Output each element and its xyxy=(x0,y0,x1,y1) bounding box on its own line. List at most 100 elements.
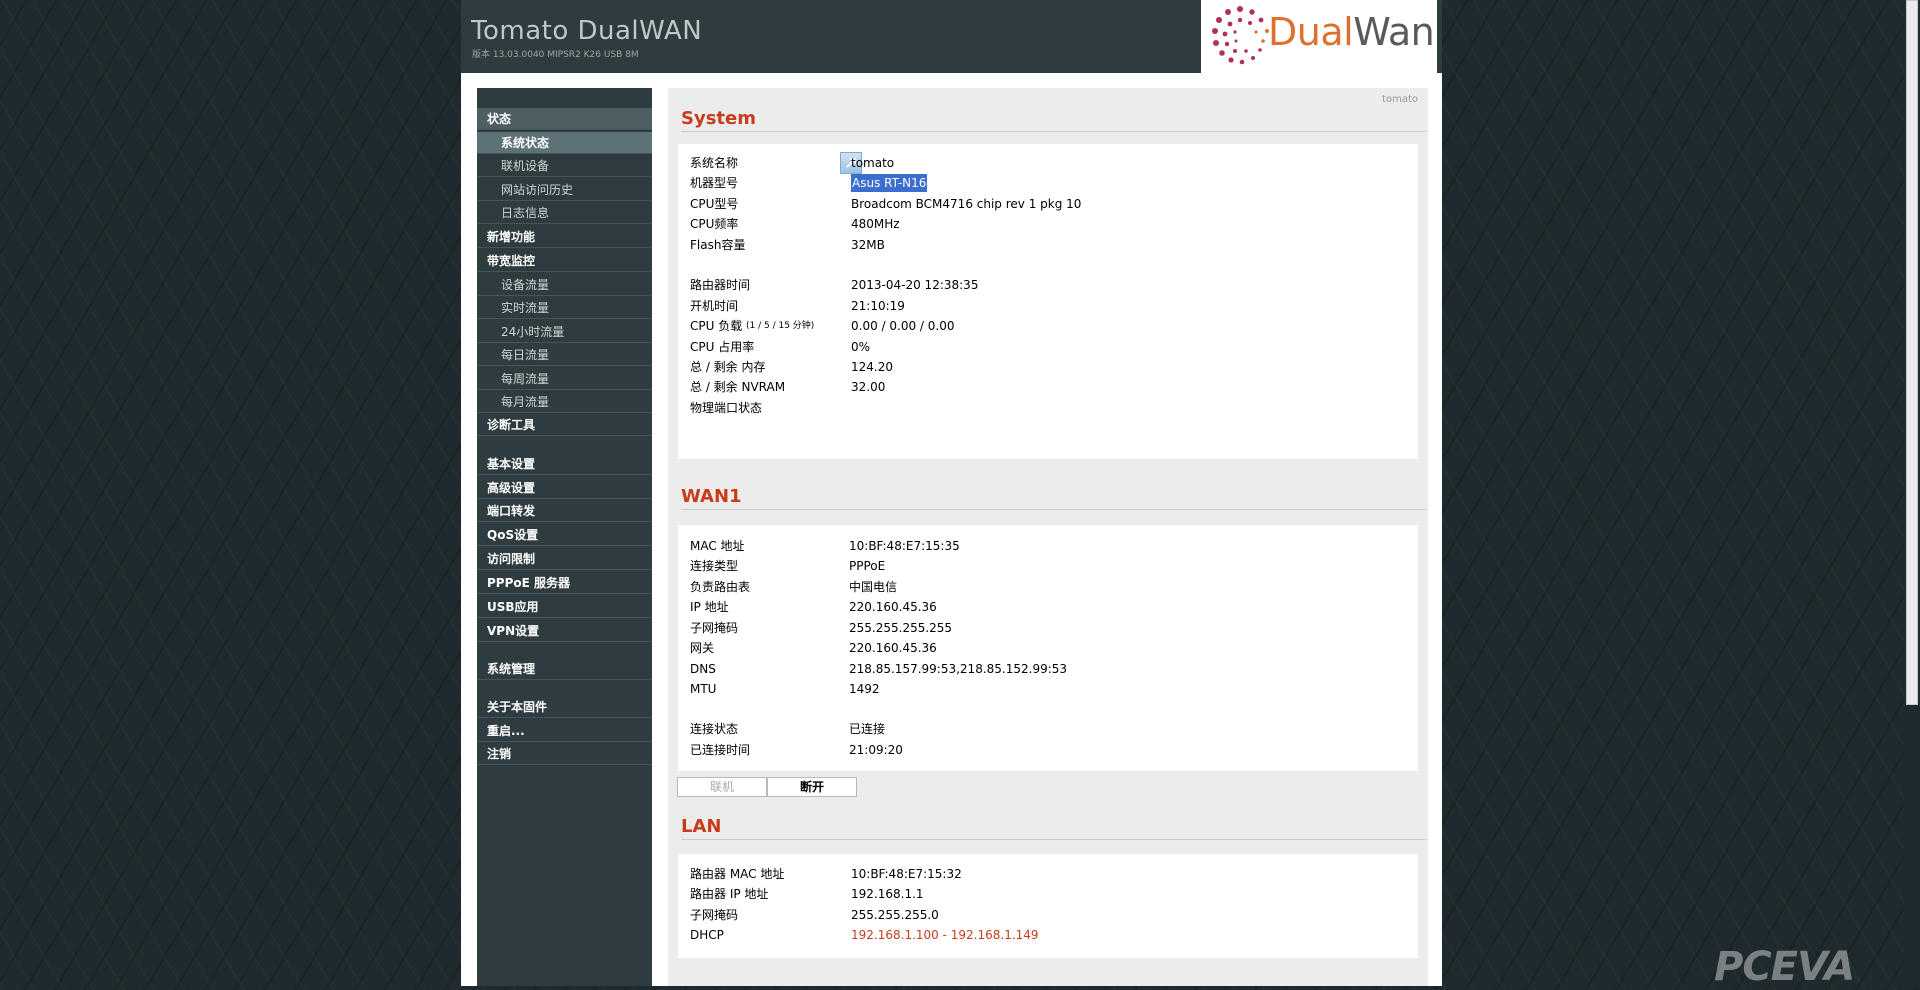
logo-dots-icon xyxy=(1212,6,1269,65)
info-label: DHCP xyxy=(690,928,724,942)
logo-text-wan: Wan xyxy=(1353,10,1435,54)
app-title: Tomato DualWAN xyxy=(471,16,703,46)
info-row: 网关 220.160.45.36 xyxy=(690,639,1410,657)
info-row: 系统名称 tomato xyxy=(690,154,1410,172)
section-title-system: System xyxy=(681,108,1426,132)
info-label: 已连接时间 xyxy=(690,743,751,757)
info-value: 2013-04-20 12:38:35 xyxy=(851,278,979,292)
sidebar-item[interactable]: 日志信息 xyxy=(477,202,652,224)
info-label: CPU 负载 xyxy=(690,319,743,333)
info-row: 负责路由表 中国电信 xyxy=(690,578,1410,596)
logo-text: DualWan xyxy=(1268,10,1435,54)
info-label: MTU xyxy=(690,682,717,696)
info-row: CPU 占用率 0% xyxy=(690,338,1410,356)
sidebar-item[interactable]: 24小时流量 xyxy=(477,321,652,343)
sidebar-item[interactable]: PPPoE 服务器 xyxy=(477,572,652,594)
sidebar-item[interactable]: 网站访问历史 xyxy=(477,179,652,201)
info-value: 32.00 xyxy=(851,380,886,394)
sidebar-item[interactable]: 关于本固件 xyxy=(477,696,652,718)
info-label: Flash容量 xyxy=(690,238,746,252)
info-value: Broadcom BCM4716 chip rev 1 pkg 10 xyxy=(851,197,1082,211)
info-value: 220.160.45.36 xyxy=(849,600,937,614)
sidebar-item[interactable]: 带宽监控 xyxy=(477,250,652,272)
sidebar-item[interactable]: 访问限制 xyxy=(477,548,652,570)
info-row: 路由器 IP 地址 192.168.1.1 xyxy=(690,885,1410,903)
sidebar-item[interactable]: 注销 xyxy=(477,743,652,765)
info-label: CPU频率 xyxy=(690,217,739,231)
info-row: 子网掩码 255.255.255.0 xyxy=(690,906,1410,924)
connect-button[interactable]: 联机 xyxy=(677,777,767,797)
info-label: 子网掩码 xyxy=(690,621,739,635)
info-label: 子网掩码 xyxy=(690,908,739,922)
info-label: 路由器 IP 地址 xyxy=(690,887,769,901)
info-row: 连接类型 PPPoE xyxy=(690,557,1410,575)
info-row: MTU 1492 xyxy=(690,680,1410,698)
sidebar-item[interactable]: 每周流量 xyxy=(477,368,652,390)
system-panel: 系统名称 tomato 机器型号 Asus RT-N16 CPU型号 Broadcom B… xyxy=(678,144,1418,459)
info-row: 总 / 剩余 NVRAM 32.00 xyxy=(690,378,1410,396)
info-row: 已连接时间 21:09:20 xyxy=(690,741,1410,759)
info-value: tomato xyxy=(851,156,895,170)
info-value: 32MB xyxy=(851,238,885,252)
watermark: PCEVA xyxy=(1714,944,1855,990)
info-row: CPU型号 Broadcom BCM4716 chip rev 1 pkg 10 xyxy=(690,195,1410,213)
info-value: 255.255.255.255 xyxy=(849,621,953,635)
sidebar-item[interactable]: 新增功能 xyxy=(477,226,652,248)
main-content: tomato System 系统名称 tomato 机器型号 Asus RT-N16 C… xyxy=(668,88,1428,986)
info-row: 开机时间 21:10:19 xyxy=(690,297,1410,315)
dualwan-logo: DualWan xyxy=(1201,0,1437,73)
sidebar-item[interactable]: 端口转发 xyxy=(477,500,652,522)
lan-panel: 路由器 MAC 地址 10:BF:48:E7:15:32 路由器 IP 地址 192.… xyxy=(678,854,1418,958)
info-row: 连接状态 已连接 xyxy=(690,720,1410,738)
info-row: 路由器时间 2013-04-20 12:38:35 xyxy=(690,276,1410,294)
info-row: Flash容量 32MB xyxy=(690,236,1410,254)
sidebar-item[interactable]: QoS设置 xyxy=(477,524,652,546)
sidebar-item[interactable]: 每月流量 xyxy=(477,391,652,413)
sidebar-item[interactable]: 基本设置 xyxy=(477,453,652,475)
info-value: 192.168.1.100 - 192.168.1.149 xyxy=(851,928,1039,942)
info-row: 总 / 剩余 内存 124.20 xyxy=(690,358,1410,376)
info-label: DNS xyxy=(690,662,716,676)
cpu-load-interval-note: (1 / 5 / 15 分钟) xyxy=(746,321,815,331)
info-row: CPU频率 480MHz xyxy=(690,215,1410,233)
wan1-panel: MAC 地址 10:BF:48:E7:15:35 连接类型 PPPoE 负责路由表 中国电… xyxy=(678,525,1418,771)
sidebar-item[interactable]: 诊断工具 xyxy=(477,414,652,436)
sidebar-item[interactable]: 每日流量 xyxy=(477,344,652,366)
info-label: MAC 地址 xyxy=(690,539,745,553)
info-row: MAC 地址 10:BF:48:E7:15:35 xyxy=(690,537,1410,555)
info-row: 机器型号 Asus RT-N16 xyxy=(690,174,1410,192)
header: Tomato DualWAN 版本 13.03.0040 MIPSR2 K26 … xyxy=(461,0,1442,73)
info-value: 218.85.157.99:53,218.85.152.99:53 xyxy=(849,662,1068,676)
info-value: 10:BF:48:E7:15:35 xyxy=(849,539,960,553)
sidebar-item[interactable]: 实时流量 xyxy=(477,297,652,319)
sidebar-item[interactable]: 设备流量 xyxy=(477,274,652,296)
info-value: 21:10:19 xyxy=(851,299,905,313)
sidebar-item[interactable]: 重启... xyxy=(477,720,652,742)
section-title-wan1: WAN1 xyxy=(681,486,1426,510)
info-value: 1492 xyxy=(849,682,880,696)
info-label: CPU型号 xyxy=(690,197,739,211)
scrollbar-thumb[interactable] xyxy=(1906,0,1918,705)
sidebar-item[interactable]: 系统状态 xyxy=(477,132,652,154)
vertical-scrollbar[interactable] xyxy=(1904,0,1920,986)
sidebar-item[interactable]: 系统管理 xyxy=(477,658,652,680)
info-row: IP 地址 220.160.45.36 xyxy=(690,598,1410,616)
info-value: 已连接 xyxy=(849,722,886,736)
info-label: 机器型号 xyxy=(690,176,739,190)
sidebar-item[interactable]: 状态 xyxy=(477,108,652,130)
info-label: 路由器时间 xyxy=(690,278,751,292)
info-value: 中国电信 xyxy=(849,580,898,594)
info-label: 负责路由表 xyxy=(690,580,751,594)
section-title-lan: LAN xyxy=(681,816,1426,840)
info-value: 480MHz xyxy=(851,217,900,231)
info-value: 21:09:20 xyxy=(849,743,903,757)
disconnect-button[interactable]: 断开 xyxy=(767,777,857,797)
info-label: IP 地址 xyxy=(690,600,729,614)
sidebar-item[interactable]: 高级设置 xyxy=(477,477,652,499)
sidebar-item[interactable]: VPN设置 xyxy=(477,620,652,642)
sidebar-item[interactable]: 联机设备 xyxy=(477,155,652,177)
sidebar-item[interactable]: USB应用 xyxy=(477,596,652,618)
info-value: PPPoE xyxy=(849,559,886,573)
info-row: 路由器 MAC 地址 10:BF:48:E7:15:32 xyxy=(690,865,1410,883)
info-row: DNS 218.85.157.99:53,218.85.152.99:53 xyxy=(690,660,1410,678)
